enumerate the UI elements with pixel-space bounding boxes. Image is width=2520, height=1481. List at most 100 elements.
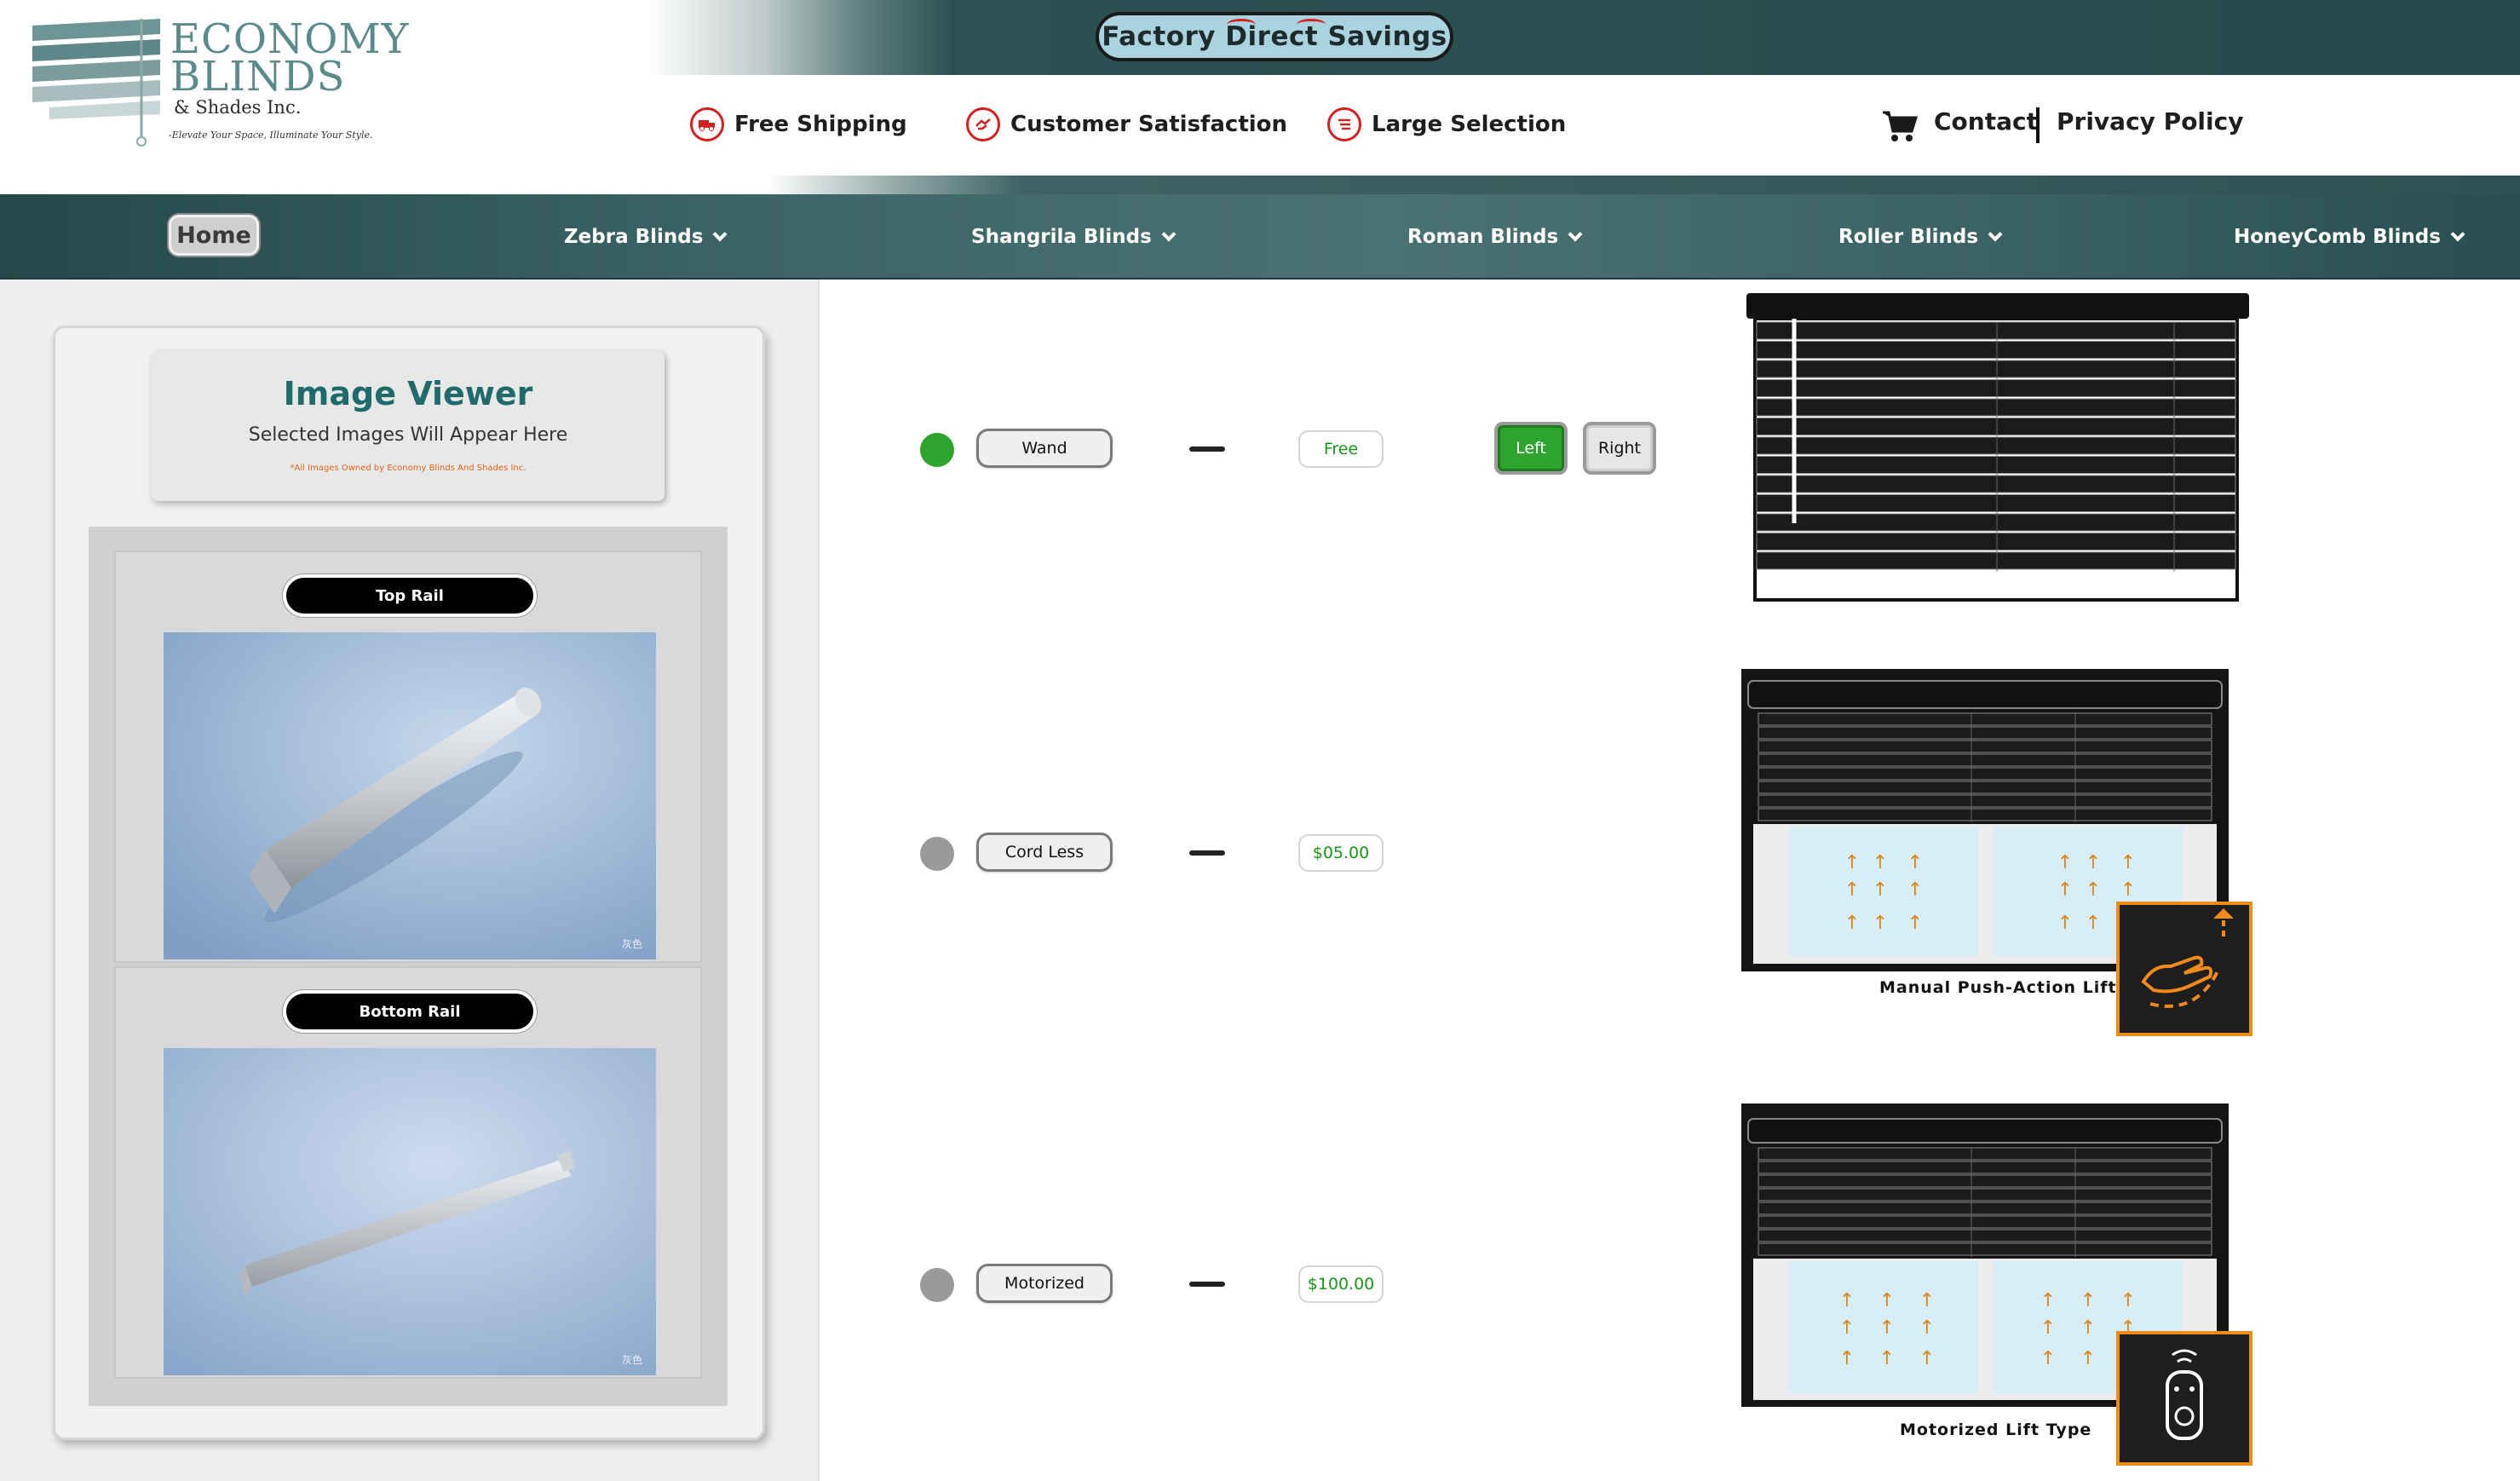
nav-item-honeycomb-blinds[interactable]: HoneyComb Blinds <box>2234 222 2465 252</box>
up-arrow-icon: ↑ <box>2057 879 2073 901</box>
option-row-cordless: Cord Less $05.00 <box>920 833 1687 875</box>
cart-icon[interactable] <box>1881 109 1919 143</box>
header-separator <box>2036 107 2040 143</box>
top-rail-image[interactable]: 灰色 <box>164 632 656 959</box>
up-arrow-icon: ↑ <box>1879 1290 1895 1311</box>
up-arrow-icon: ↑ <box>1839 1290 1855 1311</box>
up-arrow-icon: ↑ <box>1839 1317 1855 1339</box>
feature-free-shipping[interactable]: Free Shipping <box>690 106 907 143</box>
up-arrow-icon: ↑ <box>2080 1317 2096 1339</box>
nav-home-button[interactable]: Home <box>169 215 259 256</box>
chevron-down-icon <box>2450 227 2465 242</box>
blind-slat <box>1756 379 2236 397</box>
handshake-icon <box>966 107 1000 141</box>
contact-link[interactable]: Contact <box>1934 107 2038 135</box>
wand-blind-illustration <box>1746 293 2249 602</box>
wand-left-button[interactable]: Left <box>1494 422 1568 475</box>
push-lift-badge <box>2116 902 2252 1036</box>
viewer-item-top-rail: Top Rail 灰色 <box>114 550 702 963</box>
blind-slat <box>1758 808 2212 821</box>
feature-label: Free Shipping <box>734 112 907 137</box>
chevron-down-icon <box>1568 227 1583 242</box>
hand-push-icon <box>2141 908 2234 1008</box>
radio-wand[interactable] <box>920 433 954 467</box>
option-price: $05.00 <box>1298 834 1384 872</box>
blind-slat <box>1758 1174 2212 1188</box>
radio-motorized[interactable] <box>920 1268 954 1302</box>
blind-slat <box>1756 475 2236 493</box>
blind-slat <box>1756 456 2236 474</box>
viewer-item-label: Top Rail <box>283 574 537 617</box>
nav-item-roller-blinds[interactable]: Roller Blinds <box>1838 222 2003 252</box>
nav-item-shangrila-blinds[interactable]: Shangrila Blinds <box>971 222 1177 252</box>
nav-item-roman-blinds[interactable]: Roman Blinds <box>1407 222 1583 252</box>
feature-label: Customer Satisfaction <box>1010 112 1288 137</box>
option-dash <box>1189 850 1225 856</box>
logo-tagline: -Elevate Your Space, Illuminate Your Sty… <box>169 130 373 141</box>
option-button-cordless[interactable]: Cord Less <box>976 833 1113 872</box>
logo[interactable]: Economy Blinds & Shades Inc. -Elevate Yo… <box>32 19 408 155</box>
blind-slat <box>1758 794 2212 808</box>
up-arrow-icon: ↑ <box>1919 1317 1935 1339</box>
blind-slat <box>1756 341 2236 359</box>
image-viewer-subtitle: Selected Images Will Appear Here <box>248 424 568 446</box>
up-arrow-icon: ↑ <box>1844 852 1860 873</box>
privacy-policy-link[interactable]: Privacy Policy <box>2057 107 2243 135</box>
up-arrow-icon: ↑ <box>1844 879 1860 901</box>
option-dash <box>1189 1282 1225 1287</box>
logo-subtitle: & Shades Inc. <box>174 97 302 118</box>
option-dash <box>1189 447 1225 452</box>
option-button-wand[interactable]: Wand <box>976 429 1113 468</box>
promo-text: Factory Direct Savings <box>1102 21 1447 52</box>
blind-slat <box>1758 712 2212 726</box>
up-arrow-icon: ↑ <box>1873 852 1888 873</box>
option-button-motorized[interactable]: Motorized <box>976 1264 1113 1303</box>
up-arrow-icon: ↑ <box>2057 913 2073 934</box>
feature-label: Large Selection <box>1372 112 1567 137</box>
promo-arc-icon <box>1297 19 1326 31</box>
wand-right-button[interactable]: Right <box>1583 422 1656 475</box>
blind-slat <box>1756 321 2236 340</box>
radio-cordless[interactable] <box>920 837 954 871</box>
blind-slat <box>1758 1188 2212 1202</box>
blind-slat <box>1758 1202 2212 1215</box>
up-arrow-icon: ↑ <box>1879 1348 1895 1369</box>
blind-slat <box>1758 1161 2212 1174</box>
bottom-rail-image[interactable]: 灰色 <box>164 1048 656 1375</box>
up-arrow-icon: ↑ <box>2120 879 2136 901</box>
image-viewer-header: Image Viewer Selected Images Will Appear… <box>152 351 665 501</box>
up-arrow-icon: ↑ <box>2120 1290 2136 1311</box>
up-arrow-icon: ↑ <box>2040 1317 2056 1339</box>
up-arrow-icon: ↑ <box>2080 1348 2096 1369</box>
blind-slat <box>1758 753 2212 767</box>
blind-slat <box>1756 360 2236 378</box>
up-arrow-icon: ↑ <box>2040 1290 2056 1311</box>
main-nav: Home Zebra Blinds Shangrila Blinds Roman… <box>0 194 2520 279</box>
cordless-caption: Manual Push-Action Lift <box>1879 978 2117 997</box>
up-arrow-icon: ↑ <box>2120 852 2136 873</box>
blind-slat <box>1758 1242 2212 1256</box>
blind-slat <box>1756 533 2236 550</box>
chevron-down-icon <box>1161 227 1177 242</box>
up-arrow-icon: ↑ <box>2080 1290 2096 1311</box>
blind-slat <box>1756 551 2236 570</box>
remote-badge <box>2116 1331 2252 1466</box>
option-price: $100.00 <box>1298 1265 1384 1303</box>
up-arrow-icon: ↑ <box>1907 852 1923 873</box>
option-price: Free <box>1298 430 1384 468</box>
promo-banner[interactable]: Factory Direct Savings <box>1096 12 1453 61</box>
list-icon <box>1327 107 1361 141</box>
chevron-down-icon <box>712 227 728 242</box>
up-arrow-icon: ↑ <box>2086 913 2101 934</box>
up-arrow-icon: ↑ <box>2057 852 2073 873</box>
blind-slat <box>1756 513 2236 532</box>
up-arrow-icon: ↑ <box>2086 879 2101 901</box>
up-arrow-icon: ↑ <box>1879 1317 1895 1339</box>
feature-customer-satisfaction[interactable]: Customer Satisfaction <box>966 106 1287 143</box>
nav-item-zebra-blinds[interactable]: Zebra Blinds <box>564 222 728 252</box>
up-arrow-icon: ↑ <box>1873 879 1888 901</box>
feature-large-selection[interactable]: Large Selection <box>1327 106 1566 143</box>
up-arrow-icon: ↑ <box>1873 913 1888 934</box>
motorized-caption: Motorized Lift Type <box>1900 1420 2092 1439</box>
blind-slat <box>1756 436 2236 455</box>
